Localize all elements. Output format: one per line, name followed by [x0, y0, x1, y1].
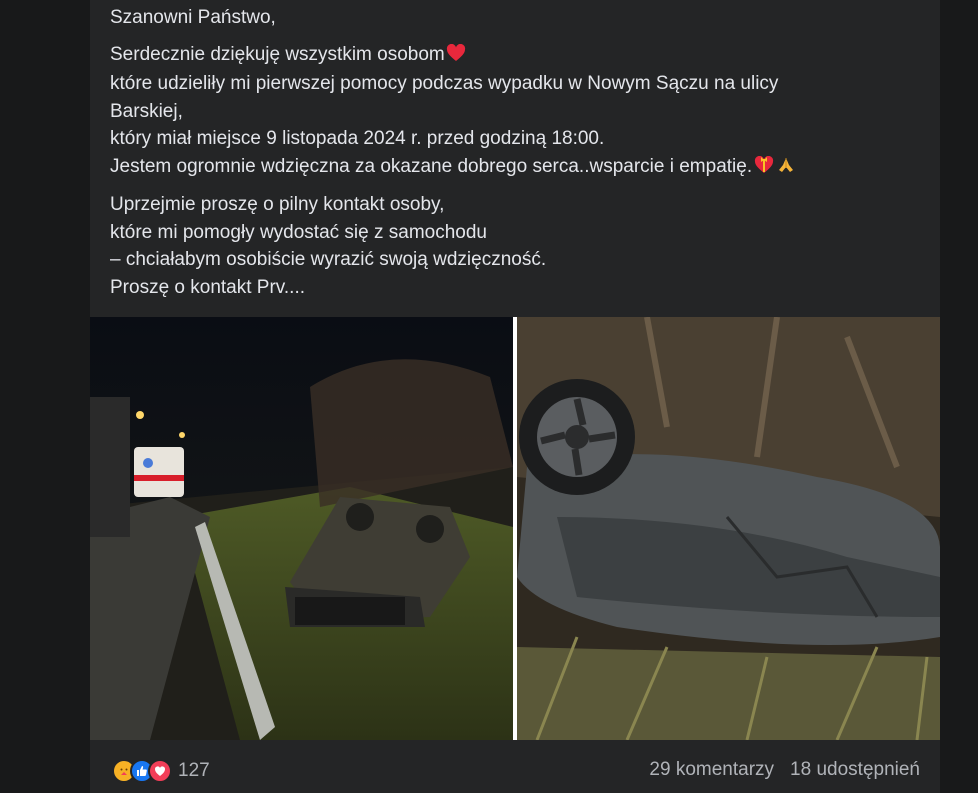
post-line: które udzieliły mi pierwszej pomocy podc…: [110, 73, 779, 94]
post-line: Proszę o kontakt Prv....: [110, 276, 306, 298]
post-line: Szanowni Państwo,: [110, 7, 276, 28]
post-line: – chciałabym osobiście wyrazić swoją wdz…: [110, 249, 547, 270]
post-text: Szanowni Państwo, Serdecznie dziękuję ws…: [110, 4, 910, 310]
post-line: które mi pomogły wydostać się z samochod…: [110, 221, 487, 243]
accident-photo-closeup[interactable]: [517, 317, 940, 740]
post-stats-bar: 127 29 komentarzy 18 udostępnień: [90, 740, 940, 793]
heart-emoji-icon: [446, 43, 466, 71]
post-line: Serdecznie dziękuję wszystkim osobom: [110, 41, 910, 71]
overturned-car-roadside-icon: [90, 317, 513, 740]
engagement-counts: 29 komentarzy 18 udostępnień: [649, 759, 920, 781]
shares-count-link[interactable]: 18 udostępnień: [790, 759, 920, 781]
post-paragraph: Szanowni Państwo,: [110, 4, 910, 32]
post-line: Jestem ogromnie wdzięczna za okazane dob…: [110, 153, 910, 183]
folded-hands-icon: [776, 155, 796, 183]
heart-with-ribbon-icon: [753, 155, 775, 183]
facebook-post: Szanowni Państwo, Serdecznie dziękuję ws…: [90, 0, 940, 793]
reaction-count: 127: [178, 760, 210, 781]
reactions-summary[interactable]: 127: [112, 759, 210, 783]
post-line-text: Serdecznie dziękuję wszystkim osobom: [110, 43, 445, 65]
post-paragraph: Serdecznie dziękuję wszystkim osobom któ…: [110, 41, 910, 183]
accident-photo-road[interactable]: [90, 317, 513, 740]
post-line: Barskiej,: [110, 100, 183, 122]
post-line: Uprzejmie proszę o pilny kontakt osoby,: [110, 194, 445, 215]
post-line-text: Jestem ogromnie wdzięczna za okazane dob…: [110, 155, 753, 177]
love-icon: [148, 759, 172, 783]
comments-count-link[interactable]: 29 komentarzy: [649, 759, 774, 781]
post-paragraph: Uprzejmie proszę o pilny kontakt osoby, …: [110, 191, 910, 301]
overturned-car-closeup-icon: [517, 317, 940, 740]
photo-grid: [90, 317, 940, 740]
post-line: który miał miejsce 9 listopada 2024 r. p…: [110, 128, 605, 149]
